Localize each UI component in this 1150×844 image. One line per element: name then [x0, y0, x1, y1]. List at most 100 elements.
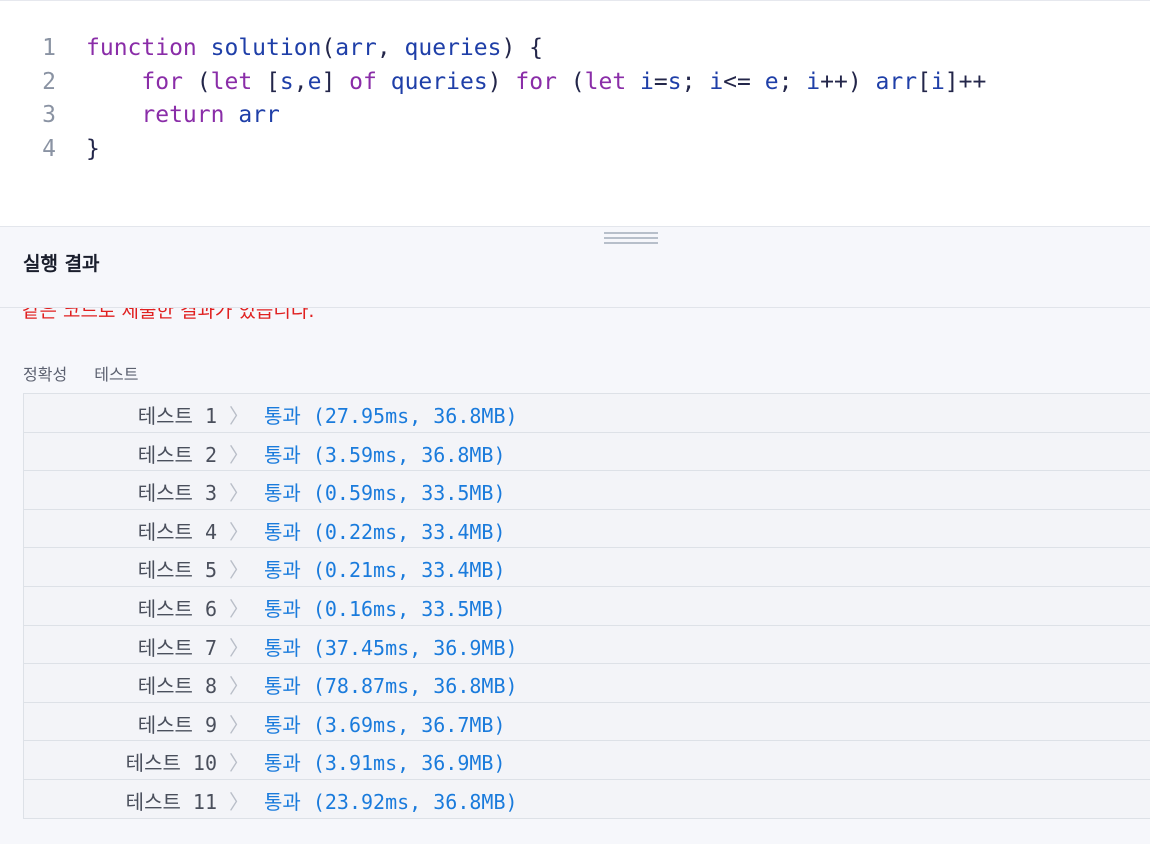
resize-handle[interactable] [604, 232, 658, 246]
code-token: , [376, 35, 405, 61]
code-token: ]++ [944, 68, 987, 95]
test-result: 통과 (27.95ms, 36.8MB) [264, 404, 518, 428]
line-number: 3 [42, 102, 56, 128]
code-token: function [86, 35, 197, 61]
test-name: 테스트 3 [137, 481, 217, 506]
code-token: i [930, 68, 945, 95]
code-token: for [515, 68, 557, 95]
code-token: ] [321, 68, 350, 95]
code-text: function solution(arr, queries) { [86, 31, 543, 65]
resize-handle-line [604, 237, 658, 239]
chevron-right-icon: 〉 [229, 519, 249, 544]
chevron-right-icon: 〉 [229, 635, 249, 660]
code-token: ( [182, 68, 211, 95]
test-name: 테스트 5 [137, 558, 217, 583]
test-row[interactable]: 테스트 2 〉 통과 (3.59ms, 36.8MB) [24, 433, 1150, 472]
result-tabs: 정확성 테스트 [23, 361, 160, 385]
chevron-right-icon: 〉 [229, 558, 249, 583]
code-text: } [86, 132, 100, 166]
test-result: 통과 (0.22ms, 33.4MB) [264, 519, 506, 544]
test-name: 테스트 9 [137, 712, 217, 737]
line-number: 4 [42, 135, 56, 162]
tab-test[interactable]: 테스트 [94, 365, 138, 384]
chevron-right-icon: 〉 [229, 442, 249, 467]
code-token: let [584, 68, 627, 95]
code-token: [ [252, 68, 280, 95]
code-token: s [667, 68, 682, 95]
test-row[interactable]: 테스트 11 〉 통과 (23.92ms, 36.8MB) [24, 780, 1150, 819]
test-result: 통과 (0.59ms, 33.5MB) [264, 481, 506, 506]
test-row[interactable]: 테스트 5 〉 통과 (0.21ms, 33.4MB) [24, 548, 1150, 587]
code-editor[interactable]: 1 function solution(arr, queries) {2 for … [0, 0, 1150, 227]
code-token: solution [210, 35, 322, 61]
code-token: i [806, 68, 821, 95]
tab-accuracy[interactable]: 정확성 [23, 365, 67, 384]
test-row[interactable]: 테스트 10 〉 통과 (3.91ms, 36.9MB) [24, 741, 1150, 780]
chevron-right-icon: 〉 [229, 596, 249, 621]
test-row[interactable]: 테스트 1 〉 통과 (27.95ms, 36.8MB) [24, 394, 1150, 433]
code-token: i [709, 68, 724, 95]
test-row[interactable]: 테스트 4 〉 통과 (0.22ms, 33.4MB) [24, 510, 1150, 549]
chevron-right-icon: 〉 [229, 789, 249, 814]
test-result: 통과 (23.92ms, 36.8MB) [264, 789, 518, 814]
test-name: 테스트 2 [137, 442, 217, 467]
test-result: 통과 (78.87ms, 36.8MB) [264, 674, 518, 699]
test-result: 통과 (3.59ms, 36.8MB) [264, 442, 506, 467]
chevron-right-icon: 〉 [229, 751, 249, 776]
code-token: arr [335, 35, 377, 61]
test-result: 통과 (37.45ms, 36.9MB) [264, 635, 518, 660]
test-row[interactable]: 테스트 9 〉 통과 (3.69ms, 36.7MB) [24, 703, 1150, 742]
chevron-right-icon: 〉 [229, 481, 249, 506]
test-result: 통과 (3.91ms, 36.9MB) [264, 751, 506, 776]
chevron-right-icon: 〉 [229, 712, 249, 737]
code-token: of [349, 68, 377, 95]
code-token: e [307, 68, 322, 95]
code-token: ) [487, 68, 516, 95]
code-token: s [279, 68, 294, 95]
test-result: 통과 (0.16ms, 33.5MB) [264, 596, 506, 621]
test-row[interactable]: 테스트 8 〉 통과 (78.87ms, 36.8MB) [24, 664, 1150, 703]
test-results-table: 테스트 1 〉 통과 (27.95ms, 36.8MB) 테스트 2 〉 통과 (3.59… [23, 393, 1150, 819]
test-name: 테스트 11 [125, 789, 217, 814]
code-token: } [86, 135, 100, 162]
code-token: ( [321, 35, 336, 61]
panel-divider [0, 226, 1150, 227]
code-token: = [653, 68, 668, 95]
test-name: 테스트 8 [137, 674, 217, 699]
resize-handle-line [604, 242, 658, 244]
result-body: 같은 코드로 제출한 결과가 있습니다. 정확성 테스트 테스트 1 〉 통과 (2… [0, 308, 1150, 844]
previous-submission-message: 같은 코드로 제출한 결과가 있습니다. [22, 308, 315, 322]
code-token: ++) [820, 68, 876, 95]
code-token: arr [238, 102, 280, 128]
test-row[interactable]: 테스트 3 〉 통과 (0.59ms, 33.5MB) [24, 471, 1150, 510]
code-token: e [764, 68, 779, 95]
test-row[interactable]: 테스트 6 〉 통과 (0.16ms, 33.5MB) [24, 587, 1150, 626]
test-row[interactable]: 테스트 7 〉 통과 (37.45ms, 36.9MB) [24, 626, 1150, 665]
line-number: 1 [42, 35, 56, 61]
chevron-right-icon: 〉 [229, 674, 249, 699]
line-number: 2 [42, 68, 56, 95]
code-text: return arr [86, 98, 280, 132]
code-token: ) { [501, 35, 544, 61]
code-token: <= [723, 68, 765, 95]
code-token: queries [390, 68, 488, 95]
test-result: 통과 (0.21ms, 33.4MB) [264, 558, 506, 583]
result-title: 실행 결과 [23, 253, 100, 275]
code-token: return [141, 102, 225, 128]
test-result: 통과 (3.69ms, 36.7MB) [264, 712, 506, 737]
code-token: [ [917, 68, 931, 95]
code-token: arr [875, 68, 918, 95]
code-token: i [640, 68, 654, 95]
test-name: 테스트 4 [137, 519, 217, 544]
code-token: ; [778, 68, 807, 95]
test-name: 테스트 7 [137, 635, 217, 660]
code-token: let [210, 68, 253, 95]
code-token: for [141, 68, 183, 95]
code-token: queries [404, 35, 502, 61]
